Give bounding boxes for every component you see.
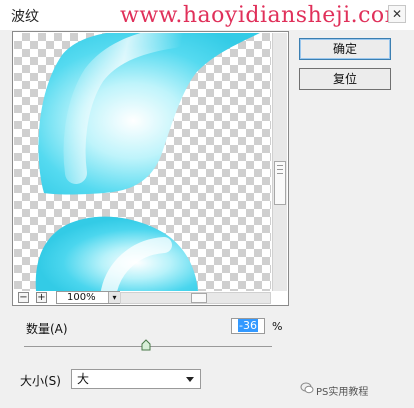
amount-unit: %: [272, 320, 283, 333]
wechat-icon: [300, 382, 314, 394]
title-bar: 波纹 www.haoyidiansheji.com ✕: [0, 0, 414, 30]
preview-panel: − + 100% ▾: [12, 31, 289, 306]
zoom-dropdown-button[interactable]: ▾: [108, 292, 120, 303]
preview-canvas[interactable]: [14, 33, 271, 291]
brand-text: PS实用教程: [316, 387, 369, 398]
minus-icon: −: [19, 292, 28, 303]
size-select[interactable]: 大: [71, 369, 201, 389]
close-icon: ✕: [391, 7, 403, 21]
size-label: 大小(S): [20, 374, 61, 388]
chevron-down-icon: ▾: [112, 293, 117, 302]
preview-image: [35, 33, 260, 291]
zoom-level-value: 100%: [67, 292, 96, 303]
plus-icon: +: [37, 292, 46, 303]
chevron-down-icon: [186, 377, 194, 382]
amount-slider-thumb[interactable]: [141, 339, 151, 351]
preview-controls: − + 100% ▾: [14, 291, 287, 305]
vertical-scrollbar[interactable]: [272, 33, 287, 291]
amount-input[interactable]: -36: [231, 318, 265, 334]
zoom-in-button[interactable]: +: [36, 292, 47, 303]
amount-value: -36: [238, 319, 258, 332]
zoom-out-button[interactable]: −: [18, 292, 29, 303]
reset-button[interactable]: 复位: [299, 68, 391, 90]
vertical-scroll-thumb[interactable]: [274, 161, 286, 205]
ok-button[interactable]: 确定: [299, 38, 391, 60]
ripple-filter-dialog: 波纹 www.haoyidiansheji.com ✕ − + 100% ▾ 确…: [0, 0, 414, 408]
dialog-title: 波纹: [11, 9, 39, 25]
horizontal-scrollbar[interactable]: [120, 292, 271, 304]
horizontal-scroll-thumb[interactable]: [191, 293, 207, 303]
amount-label: 数量(A): [26, 322, 68, 336]
close-button[interactable]: ✕: [388, 5, 406, 23]
size-selected-value: 大: [77, 372, 90, 386]
watermark-text: www.haoyidiansheji.com: [120, 3, 407, 28]
